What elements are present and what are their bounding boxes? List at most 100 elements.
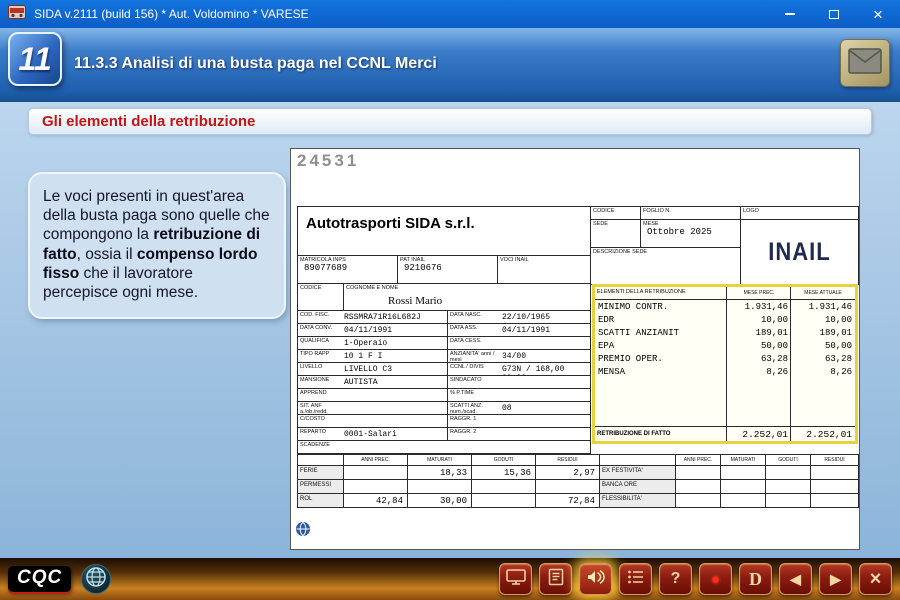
row-label: PERMESSI <box>298 480 344 493</box>
field-row: DATA CONV.04/11/1991 DATA ASS.04/11/1991 <box>298 324 590 337</box>
titlebar: SIDA v.2111 (build 156) * Aut. Voldomino… <box>0 0 900 28</box>
sede-box: SEDE <box>590 219 641 248</box>
screen-share-button[interactable] <box>499 563 532 595</box>
minimize-button[interactable] <box>768 0 812 28</box>
retribuzione-filler <box>595 378 855 426</box>
record-button[interactable]: ● <box>699 563 732 595</box>
section-header: Gli elementi della retribuzione <box>28 108 872 135</box>
field-label: TIPO RAPP <box>298 350 344 362</box>
item-prec: 189,01 <box>727 328 791 338</box>
maximize-icon <box>829 10 839 19</box>
app-icon <box>8 5 26 24</box>
dictionary-button[interactable]: D <box>739 563 772 595</box>
minimize-icon <box>785 13 795 15</box>
field-label: MANSIONE <box>298 376 344 388</box>
field-row: MANSIONEAUTISTA SINDACATO <box>298 376 590 389</box>
mail-button[interactable] <box>840 39 890 87</box>
note-text: , ossia il <box>77 246 137 263</box>
list-icon <box>627 569 645 590</box>
cell <box>472 494 536 507</box>
exit-button[interactable]: × <box>859 563 892 595</box>
field-label: RAGGR. 1 <box>448 415 502 427</box>
cell <box>536 480 600 493</box>
descrizione-sede-box: DESCRIZIONE SEDE <box>590 247 741 285</box>
cell <box>472 480 536 493</box>
item-prec: 63,28 <box>727 354 791 364</box>
employee-row: CODICE COGNOME E NOME Rossi Mario <box>297 283 591 311</box>
item-label: SCATTI ANZIANIT <box>595 328 727 338</box>
employee-name: Rossi Mario <box>344 292 442 307</box>
field-row: QUALIFICA1-Operaio DATA CESS. <box>298 337 590 350</box>
field-row: TIPO RAPP10 1 F I ANZIANITA' anni / mesi… <box>298 350 590 363</box>
field-value: LIVELLO C3 <box>344 363 447 375</box>
cqc-logo: CQC <box>8 566 71 592</box>
column-divider <box>790 287 791 441</box>
label-cognome-nome: COGNOME E NOME <box>344 284 590 291</box>
field-label: SIT. ANF a./ob./redd. <box>298 402 344 414</box>
field-value <box>502 441 590 453</box>
label-matricola-inps: MATRICOLA INPS <box>298 256 397 263</box>
notes-button[interactable] <box>539 563 572 595</box>
item-label: EPA <box>595 341 727 351</box>
field-row: SCADENZE <box>298 441 590 453</box>
lesson-header: 11 11.3.3 Analisi di una busta paga nel … <box>0 28 900 102</box>
field-label: QUALIFICA <box>298 337 344 349</box>
header-cell: GODUTI <box>766 455 811 465</box>
item-att: 50,00 <box>791 341 855 351</box>
cell: 30,00 <box>408 494 472 507</box>
employee-fields-table: COD. FISC.RSSMRA71R16L682J DATA NASC.22/… <box>297 310 591 454</box>
cell <box>344 466 408 479</box>
item-label: EDR <box>595 315 727 325</box>
field-label: CCNL / DIVIS <box>448 363 502 375</box>
cell <box>721 480 766 493</box>
globe-icon <box>85 566 107 593</box>
cqc-logo-text: CQC <box>17 567 62 588</box>
company-name: Autotrasporti SIDA s.r.l. <box>298 207 590 232</box>
value-pat-inail: 9210676 <box>398 263 497 273</box>
field-label: LIVELLO <box>298 363 344 375</box>
label-sede: SEDE <box>591 220 640 227</box>
retribuzione-header: ELEMENTI DELLA RETRIBUZIONE MESE PREC. M… <box>595 287 855 300</box>
cell <box>676 466 721 479</box>
item-att: 8,26 <box>791 367 855 377</box>
field-row: REPARTO0001-Salari RAGGR. 2 <box>298 428 590 441</box>
item-prec: 10,00 <box>727 315 791 325</box>
field-value: G73N / 168,00 22,00 <box>502 363 590 375</box>
label-retribuzione-di-fatto: RETRIBUZIONE DI FATTO <box>595 431 727 437</box>
field-value: RSSMRA71R16L682J <box>344 311 447 323</box>
field-label: APPREND <box>298 389 344 401</box>
chapter-badge: 11 <box>8 32 62 86</box>
field-value <box>502 415 590 427</box>
back-button[interactable]: ◀ <box>779 563 812 595</box>
item-att: 63,28 <box>791 354 855 364</box>
header-cell: RESIDUI <box>811 455 858 465</box>
toolbar: CQC ? ● D ◀ ▶ × <box>0 558 900 600</box>
cell <box>766 494 811 507</box>
header-cell: GODUTI <box>472 455 536 465</box>
index-button[interactable] <box>619 563 652 595</box>
audio-button[interactable] <box>579 563 612 595</box>
total-att: 2.252,01 <box>791 429 855 440</box>
row-label: FLESSIBILITA' <box>600 494 676 507</box>
item-label: MENSA <box>595 367 727 377</box>
mese-box: MESE Ottobre 2025 <box>640 219 741 248</box>
field-value: 10 1 F I <box>344 350 447 362</box>
speaker-icon <box>586 568 606 591</box>
field-value: 0001-Salari <box>344 428 447 440</box>
app-window: SIDA v.2111 (build 156) * Aut. Voldomino… <box>0 0 900 600</box>
maximize-button[interactable] <box>812 0 856 28</box>
field-label: % P.TIME <box>448 389 502 401</box>
screen-icon <box>506 568 526 591</box>
column-divider <box>726 287 727 441</box>
item-prec: 8,26 <box>727 367 791 377</box>
cell: 72,84 <box>536 494 600 507</box>
field-label: COD. FISC. <box>298 311 344 323</box>
help-button[interactable]: ? <box>659 563 692 595</box>
close-button[interactable]: × <box>856 0 900 28</box>
document-icon <box>547 568 565 591</box>
language-button[interactable] <box>81 564 111 594</box>
field-label: SCATTI ANZ. num./scad. <box>448 402 502 414</box>
forward-button[interactable]: ▶ <box>819 563 852 595</box>
table-row: ROL 42,84 30,00 72,84 FLESSIBILITA' <box>298 493 858 507</box>
label-descrizione-sede: DESCRIZIONE SEDE <box>591 248 740 255</box>
